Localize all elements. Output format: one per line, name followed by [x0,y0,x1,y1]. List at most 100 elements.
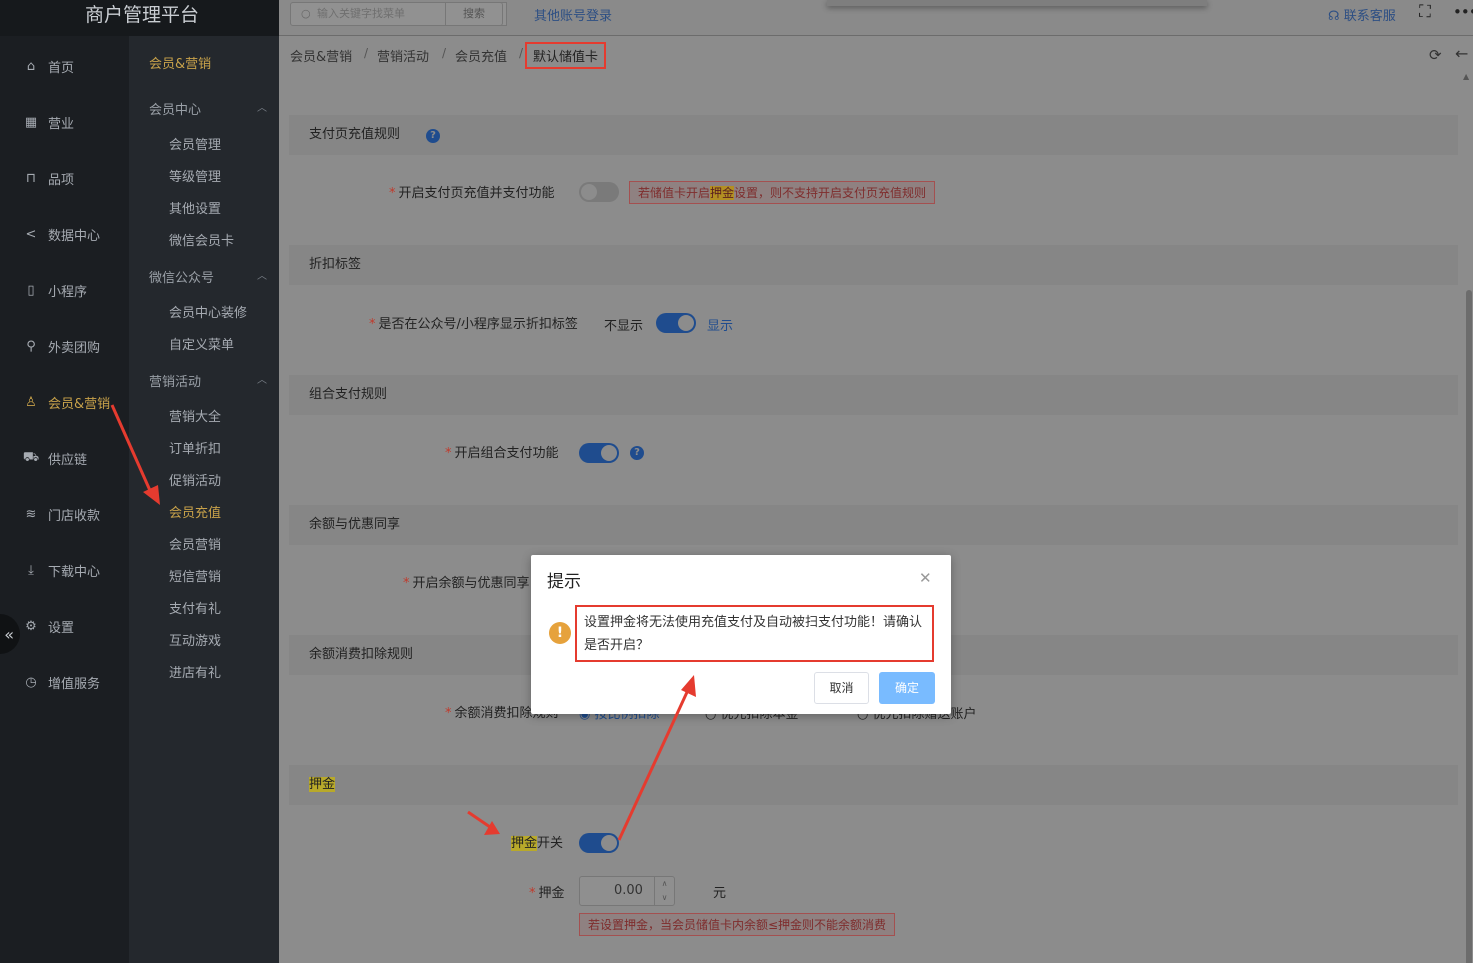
discount-tag-label: * 是否在公众号/小程序显示折扣标签 [369,317,578,332]
dialog-message: 设置押金将无法使用充值支付及自动被扫支付功能！请确认是否开启？ [575,605,934,662]
deposit-unit: 元 [713,886,727,901]
nav-item-home[interactable]: ⌂ 首页 [0,46,129,86]
subnav-item[interactable]: 其他设置 [169,198,221,217]
pay-page-warning: 若储值卡开启押金设置，则不支持开启支付页充值规则 [629,181,936,204]
primary-nav: ⌂ 首页 ▦ 营业 ⊓ 品项 < 数据中心 ▯ 小程序 ⚲ 外卖团购 ♙ 会员&营销 ⛟ 供应链… [0,36,129,963]
breadcrumb-item[interactable]: 会员充值 [455,46,507,65]
combined-pay-toggle[interactable] [579,443,619,463]
subnav-item[interactable]: 自定义菜单 [169,334,234,353]
stepper-down-icon[interactable]: ∨ [655,891,674,905]
nav-item-products[interactable]: ⊓ 品项 [0,158,129,198]
discount-tag-toggle[interactable] [656,313,696,333]
subnav-item[interactable]: 微信会员卡 [169,230,234,249]
search-button[interactable]: 搜索 [445,2,503,26]
nav-item-supply-chain[interactable]: ⛟ 供应链 [0,438,129,478]
breadcrumb: 会员&营销 / 营销活动 / 会员充值 / 默认储值卡 ⟳ ← [279,37,1473,75]
chevron-up-icon: ︿ [257,103,267,114]
subnav-item[interactable]: 会员管理 [169,134,221,153]
nav-item-member-marketing[interactable]: ♙ 会员&营销 [0,382,129,422]
close-icon[interactable]: ✕ [919,569,932,587]
subnav-item[interactable]: 短信营销 [169,566,221,585]
confirm-button[interactable]: 确定 [879,672,935,704]
subnav-item[interactable]: 互动游戏 [169,630,221,649]
subnav-item[interactable]: 进店有礼 [169,662,221,681]
warning-icon: ! [549,622,571,644]
stepper-up-icon[interactable]: ∧ [655,877,674,891]
download-icon: ⤓ [28,562,34,578]
more-icon[interactable]: ••• [1453,3,1473,21]
bike-icon: ⚲ [26,338,36,354]
chevron-up-icon: ︿ [257,271,267,282]
subnav-item[interactable]: 支付有礼 [169,598,221,617]
discount-tag-on-text: 显示 [707,319,734,334]
section-discount-tag-title: 折扣标签 [289,245,1458,285]
refresh-icon[interactable]: ⟳ [1429,46,1442,64]
nav-item-data-center[interactable]: < 数据中心 [0,214,129,254]
breadcrumb-item[interactable]: 营销活动 [377,46,429,65]
subnav-item[interactable]: 会员营销 [169,534,221,553]
nav-item-settings[interactable]: ⚙ 设置 [0,606,129,646]
discount-tag-off-text: 不显示 [604,319,644,334]
section-combined-pay-title: 组合支付规则 [289,375,1458,415]
other-account-login-link[interactable]: 其他账号登录 [534,5,612,24]
nav-item-store-payment[interactable]: ≋ 门店收款 [0,494,129,534]
subnav-group-member-center[interactable]: 会员中心 ︿ [149,99,267,118]
deposit-amount-label: * 押金 [529,886,565,901]
help-icon[interactable]: ? [630,446,644,460]
section-pay-page-title: 支付页充值规则 ? [289,115,1458,155]
breadcrumb-separator: / [519,46,524,60]
subnav-item[interactable]: 订单折扣 [169,438,221,457]
subnav-item[interactable]: 促销活动 [169,470,221,489]
breadcrumb-item[interactable]: 会员&营销 [290,46,352,65]
nav-item-business[interactable]: ▦ 营业 [0,102,129,142]
headset-icon: ☊ [1328,9,1340,24]
top-bar: ○ 输入关键字找菜单 搜索 其他账号登录 ☊ 联系客服 ⛶ ••• [279,0,1473,36]
back-arrow-icon[interactable]: ← [1455,44,1468,63]
dialog-title: 提示 [547,572,581,592]
scrollbar-thumb[interactable] [1466,290,1472,963]
page-scrollbar[interactable] [1465,75,1473,963]
calendar-icon: ▦ [24,114,38,130]
deposit-switch-label: 押金开关 [511,836,564,851]
cancel-button[interactable]: 取消 [814,672,869,704]
user-icon: ♙ [25,394,37,410]
subnav-item[interactable]: 会员中心装修 [169,302,247,321]
phone-icon: ▯ [27,282,35,298]
chevron-up-icon: ︿ [257,375,267,386]
subnav-group-marketing[interactable]: 营销活动 ︿ [149,371,267,390]
balance-share-label: * 开启余额与优惠同享 [403,576,530,591]
scroll-up-arrow-icon[interactable]: ▲ [1463,72,1469,81]
nav-item-download-center[interactable]: ⤓ 下载中心 [0,550,129,590]
pay-page-recharge-toggle[interactable] [579,182,619,202]
help-icon[interactable]: ? [426,129,440,143]
nav-item-value-added[interactable]: ◷ 增值服务 [0,662,129,702]
dropdown-shadow [827,0,1207,6]
fullscreen-icon[interactable]: ⛶ [1419,2,1431,22]
confirm-dialog: 提示 ✕ ! 设置押金将无法使用充值支付及自动被扫支付功能！请确认是否开启？ 取… [531,555,951,714]
share-icon: < [25,226,37,242]
deposit-toggle[interactable] [579,833,619,853]
breadcrumb-separator: / [364,46,369,60]
section-deposit-title: 押金 [289,765,1458,805]
truck-icon: ⛟ [22,449,40,465]
bag-icon: ⊓ [25,170,37,186]
contact-support-link[interactable]: ☊ 联系客服 [1328,5,1396,24]
pay-page-recharge-label: * 开启支付页充值并支付功能 [389,186,555,201]
app-title: 商户管理平台 [0,0,279,36]
nav-item-takeout[interactable]: ⚲ 外卖团购 [0,326,129,366]
deposit-amount-input[interactable]: 0.00 ∧ ∨ [579,876,675,906]
search-icon: ○ [301,7,311,20]
settings-content: 支付页充值规则 ? * 开启支付页充值并支付功能 若储值卡开启押金设置，则不支持开… [279,75,1465,963]
clock-icon: ◷ [25,674,37,690]
subnav-group-wechat[interactable]: 微信公众号 ︿ [149,267,267,286]
double-chevron-left-icon: « [4,624,14,644]
subnav-item-active[interactable]: 会员充值 [169,502,221,521]
subnav-header: 会员&营销 [149,57,212,72]
number-stepper[interactable]: ∧ ∨ [654,877,674,905]
subnav-item[interactable]: 营销大全 [169,406,221,425]
section-balance-share-title: 余额与优惠同享 [289,505,1458,545]
combined-pay-label: * 开启组合支付功能 [445,446,559,461]
nav-item-mini-program[interactable]: ▯ 小程序 [0,270,129,310]
gear-icon: ⚙ [25,618,37,634]
subnav-item[interactable]: 等级管理 [169,166,221,185]
